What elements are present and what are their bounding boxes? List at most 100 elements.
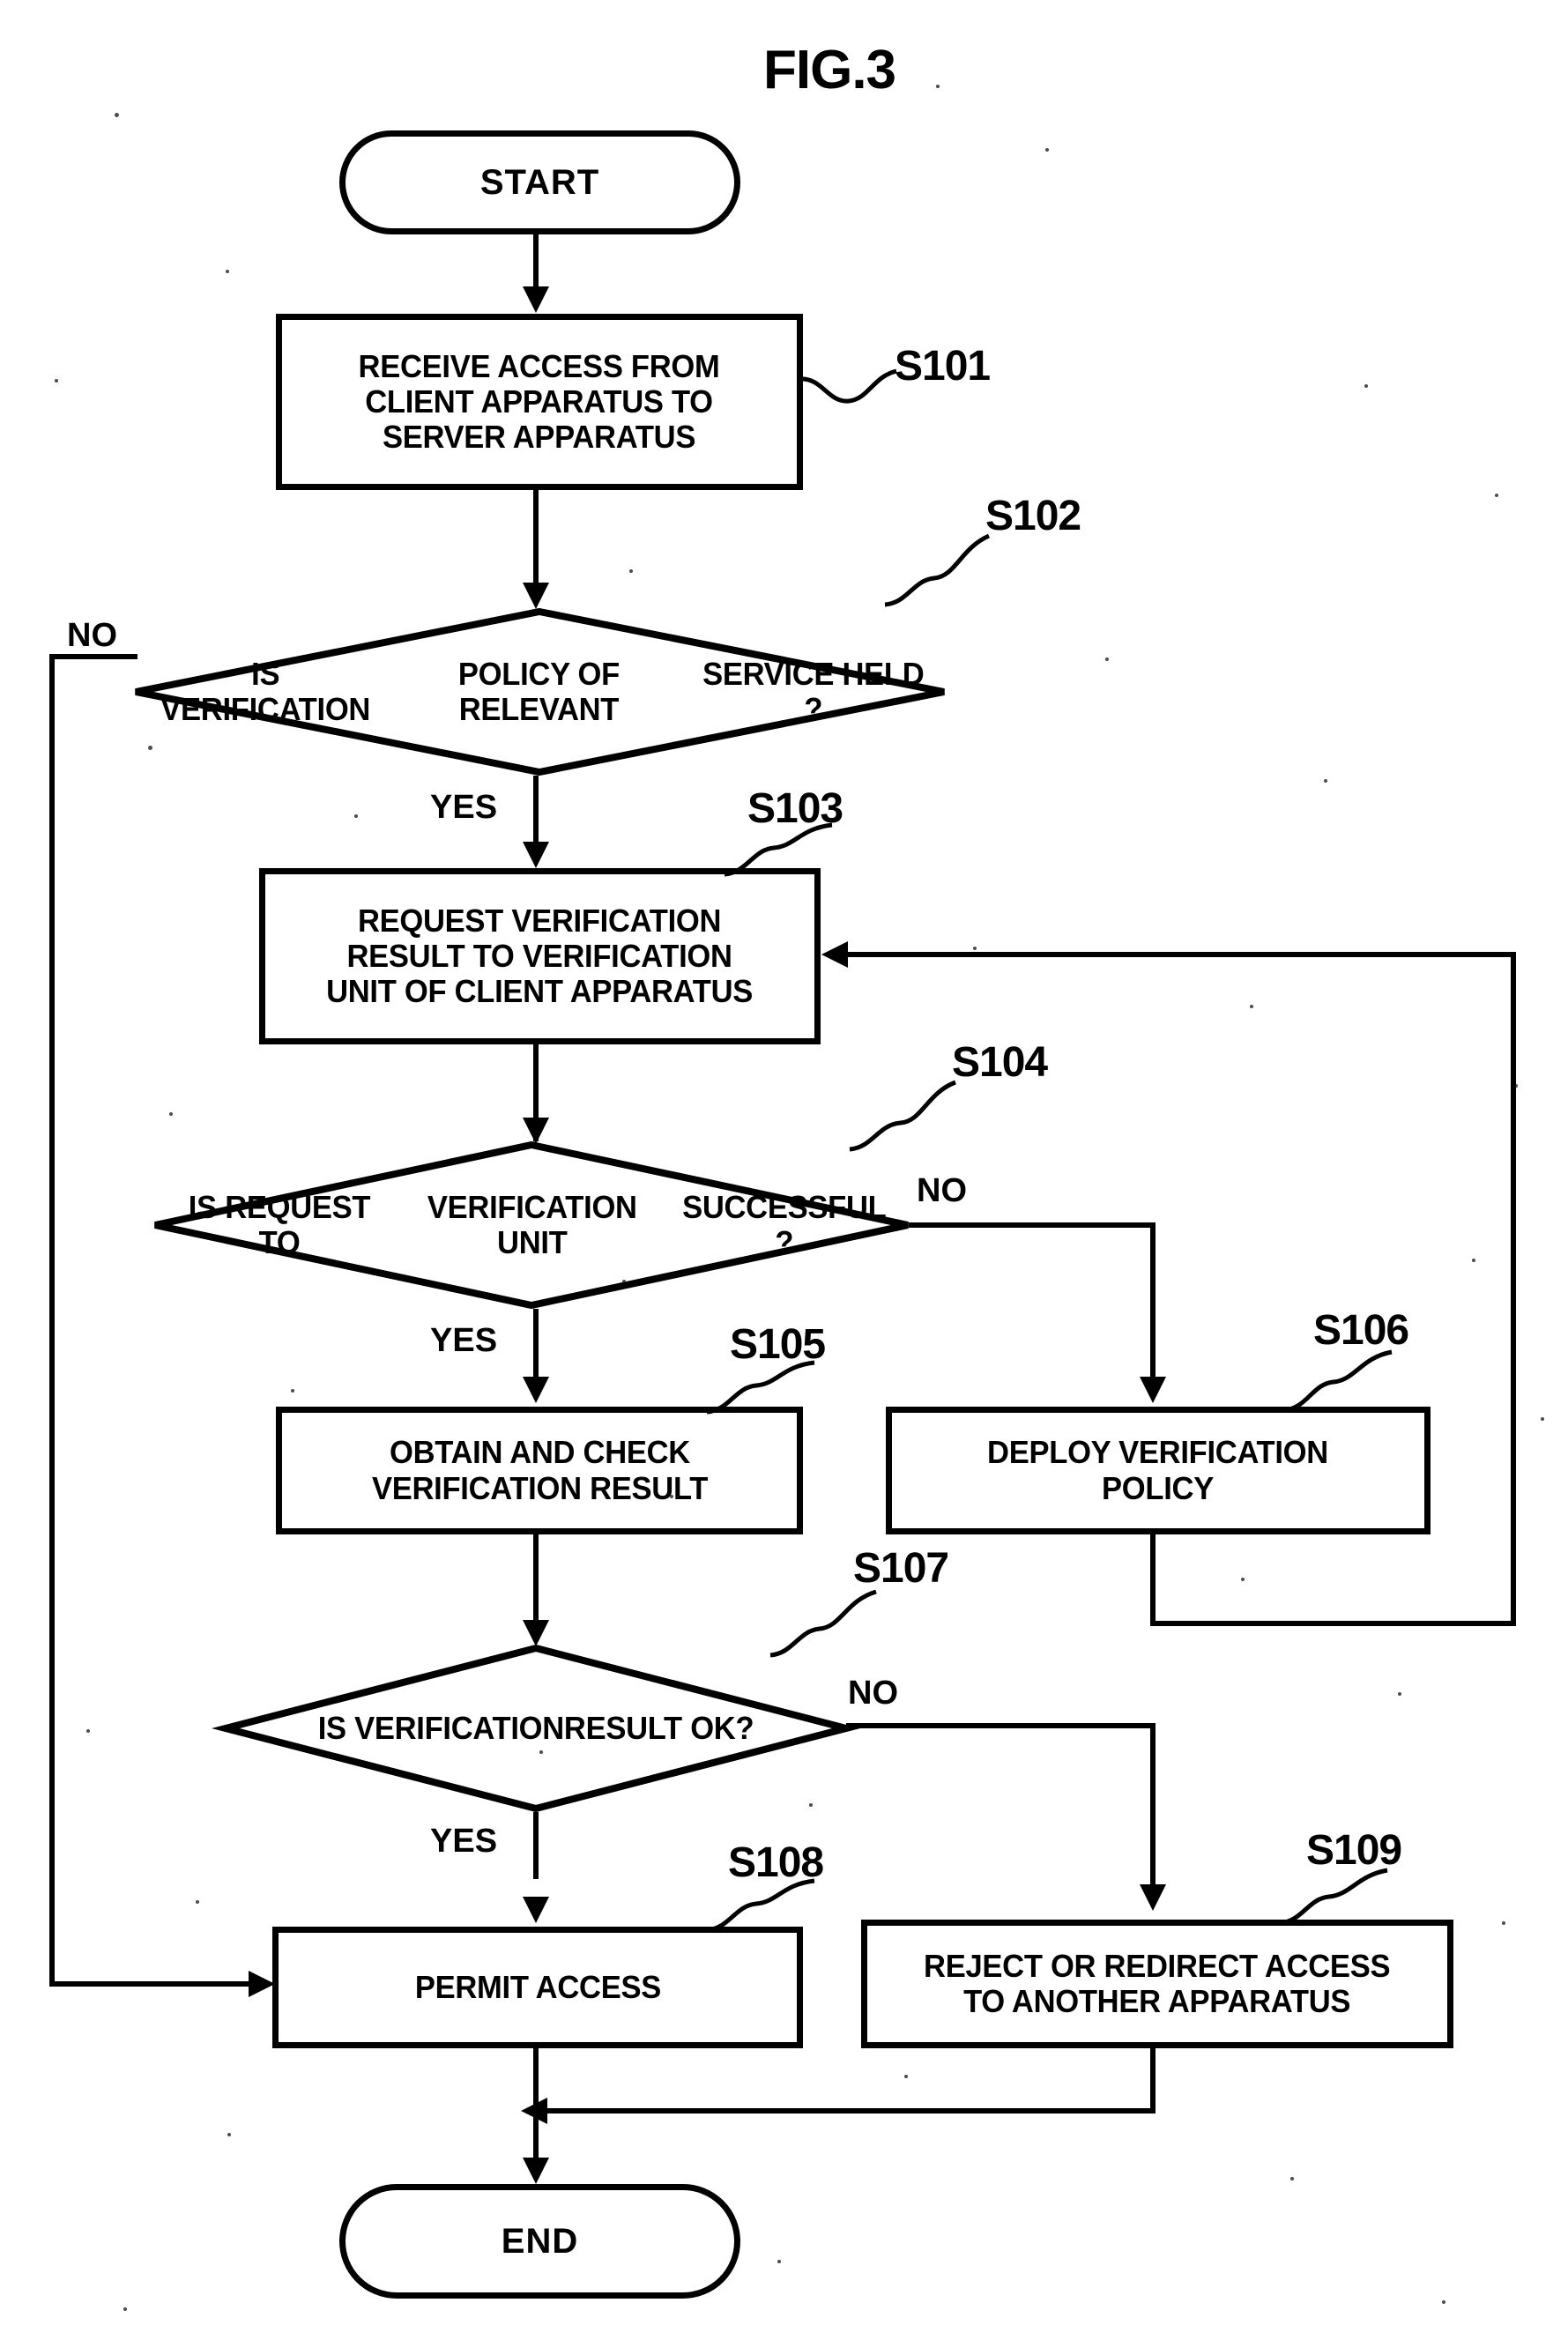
node-s106: DEPLOY VERIFICATION POLICY — [886, 1407, 1431, 1534]
node-s109-line-2: TO ANOTHER APPARATUS — [963, 1983, 1351, 2019]
scan-speck — [55, 379, 58, 383]
node-s109: REJECT OR REDIRECT ACCESS TO ANOTHER APP… — [861, 1920, 1453, 2048]
scan-speck — [1472, 1259, 1475, 1262]
node-s104-line-2: VERIFICATION UNIT — [427, 1188, 637, 1260]
node-s105-line-1: OBTAIN AND CHECK — [389, 1434, 690, 1471]
step-label-s101: S101 — [895, 343, 991, 390]
node-end: END — [339, 2184, 740, 2299]
scan-speck — [1290, 2177, 1294, 2180]
scan-speck — [629, 569, 633, 573]
edge-s104-yes-line — [533, 1309, 539, 1379]
step-label-s107: S107 — [853, 1545, 949, 1592]
edge-s102-no-arrow — [249, 1971, 275, 1997]
node-s102-line-2: POLICY OF RELEVANT — [457, 655, 620, 727]
node-s106-line-1: DEPLOY VERIFICATION — [987, 1434, 1329, 1471]
branch-label-s104-yes: YES — [430, 1322, 498, 1359]
edge-start-to-s101-arrow — [523, 286, 549, 313]
node-s103-label: REQUEST VERIFICATION RESULT TO VERIFICAT… — [322, 903, 758, 1010]
step-label-s108: S108 — [728, 1839, 824, 1886]
edge-s102-no-v — [49, 654, 55, 1987]
scan-speck — [1250, 1005, 1253, 1008]
scan-speck — [622, 1280, 626, 1283]
scan-speck — [86, 1729, 90, 1733]
leader-s104 — [849, 1080, 956, 1152]
node-s105: OBTAIN AND CHECK VERIFICATION RESULT — [276, 1407, 803, 1534]
node-s106-label: DEPLOY VERIFICATION POLICY — [983, 1435, 1334, 1506]
scan-speck — [539, 1750, 543, 1754]
leader-s101 — [799, 368, 897, 404]
edge-s108-to-end-v — [533, 2048, 539, 2172]
scan-speck — [809, 1803, 813, 1807]
node-s104: IS REQUEST TO VERIFICATION UNIT SUCCESSF… — [152, 1140, 911, 1310]
node-s101-line-3: SERVER APPARATUS — [383, 419, 696, 456]
scan-speck — [1241, 1578, 1245, 1581]
node-s102-label: IS VERIFICATION POLICY OF RELEVANT SERVI… — [149, 608, 932, 776]
node-start-label: START — [479, 162, 600, 202]
scan-speck — [1541, 1417, 1544, 1421]
node-s101-line-1: RECEIVE ACCESS FROM — [359, 347, 720, 384]
node-s108-label: PERMIT ACCESS — [410, 1968, 666, 2005]
step-label-s105: S105 — [730, 1321, 826, 1368]
step-label-s106: S106 — [1313, 1307, 1409, 1354]
node-s107-label: IS VERIFICATION RESULT OK? — [234, 1645, 837, 1812]
edge-s102-yes-line — [533, 776, 539, 846]
step-label-s104: S104 — [952, 1039, 1048, 1086]
node-s103-line-1: REQUEST VERIFICATION — [358, 902, 722, 939]
scan-speck — [148, 746, 152, 750]
node-s102-line-3: SERVICE HELD ? — [702, 655, 925, 727]
branch-label-s107-no: NO — [848, 1675, 898, 1712]
edge-s102-yes-arrow — [523, 842, 549, 868]
edge-s106-back-h2 — [848, 952, 1516, 957]
scan-speck — [354, 814, 358, 818]
scan-speck — [226, 270, 229, 273]
edge-s104-no-arrow — [1140, 1377, 1166, 1403]
node-s101-line-2: CLIENT APPARATUS TO — [365, 383, 714, 420]
scan-speck — [1495, 494, 1498, 497]
edge-s109-to-end-v — [1150, 2048, 1156, 2113]
node-s103: REQUEST VERIFICATION RESULT TO VERIFICAT… — [259, 868, 821, 1044]
scan-speck — [936, 85, 940, 88]
edge-s106-back-arrow — [821, 941, 848, 968]
edge-s107-no-h — [846, 1723, 1155, 1728]
scan-speck — [973, 947, 977, 950]
branch-label-s104-no: NO — [917, 1172, 967, 1209]
scan-speck — [169, 1112, 173, 1116]
node-s109-label: REJECT OR REDIRECT ACCESS TO ANOTHER APP… — [919, 1947, 1396, 2020]
node-s108-line-1: PERMIT ACCESS — [414, 1968, 661, 2005]
edge-s108-to-end-arrow — [523, 2158, 549, 2184]
scan-speck — [904, 2075, 908, 2078]
step-label-s109: S109 — [1306, 1827, 1402, 1874]
edge-s105-to-s107-line — [533, 1534, 539, 1631]
edge-s103-to-s104-arrow — [523, 1118, 549, 1144]
node-s103-line-2: RESULT TO VERIFICATION — [346, 937, 733, 974]
leader-s102 — [884, 533, 991, 607]
node-s101-label: RECEIVE ACCESS FROM CLIENT APPARATUS TO … — [353, 347, 725, 456]
scan-speck — [196, 1900, 199, 1904]
scan-speck — [1105, 657, 1109, 661]
scan-speck — [1514, 1084, 1518, 1088]
scan-speck — [670, 1495, 673, 1498]
figure-canvas: FIG.3 START RECEIVE ACCESS FROM CLIENT A… — [0, 0, 1568, 2340]
edge-s101-to-s102-line — [533, 490, 539, 587]
node-s102-line-1: IS VERIFICATION — [160, 655, 371, 727]
edge-s107-yes-line — [533, 1812, 539, 1879]
scan-speck — [123, 2307, 127, 2311]
node-s106-line-2: POLICY — [1102, 1469, 1215, 1506]
edge-s107-no-v — [1150, 1723, 1156, 1886]
edge-s104-no-h — [909, 1222, 1156, 1228]
node-s108: PERMIT ACCESS — [272, 1927, 803, 2048]
edge-s102-no-h1 — [49, 654, 137, 659]
node-start: START — [339, 130, 740, 234]
node-s107-line-1: IS VERIFICATION — [317, 1709, 565, 1746]
node-s103-line-3: UNIT OF CLIENT APPARATUS — [326, 973, 754, 1010]
node-s105-line-2: VERIFICATION RESULT — [371, 1469, 708, 1506]
scan-speck — [1324, 779, 1327, 783]
node-s109-line-1: REJECT OR REDIRECT ACCESS — [924, 1947, 1391, 1984]
edge-s107-yes-arrow — [523, 1897, 549, 1923]
edge-s104-yes-arrow — [523, 1377, 549, 1403]
step-label-s102: S102 — [985, 493, 1081, 539]
scan-speck — [1502, 1921, 1505, 1925]
scan-speck — [1442, 2300, 1445, 2304]
leader-s107 — [769, 1589, 877, 1658]
leader-s106 — [1283, 1349, 1393, 1413]
